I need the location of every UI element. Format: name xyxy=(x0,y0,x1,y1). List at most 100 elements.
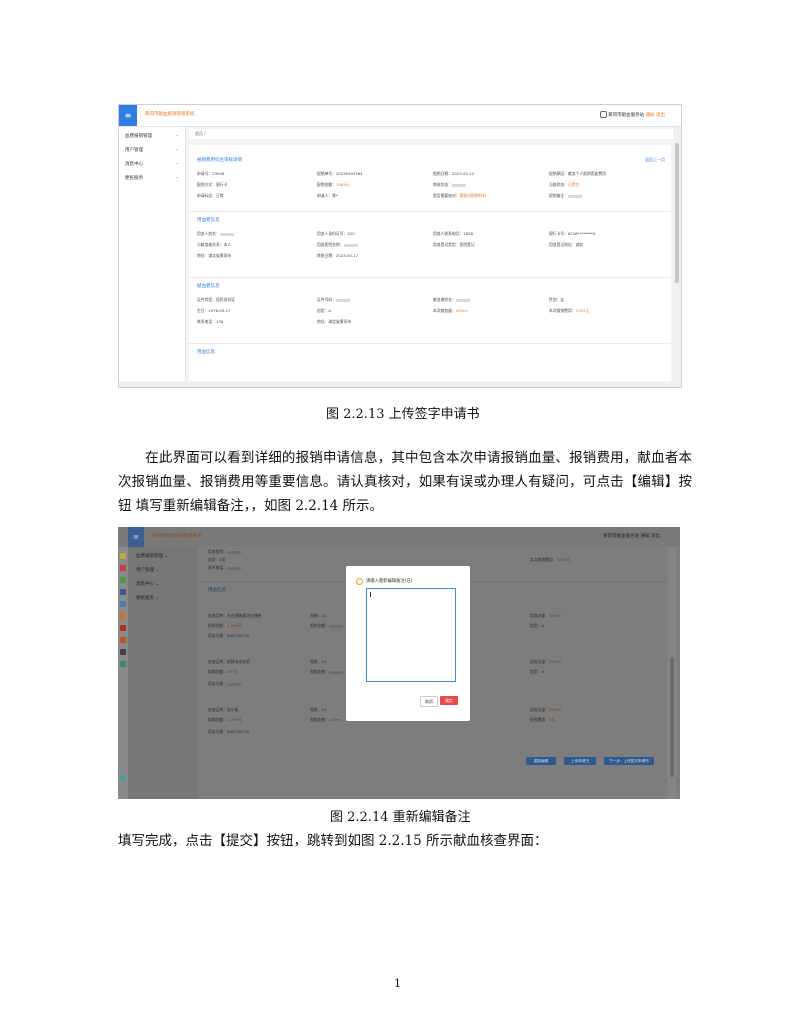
field-label: 是否需要核对： xyxy=(433,193,460,198)
back-button[interactable]: 返回上一页 xyxy=(645,157,665,163)
field-label: 报销金额： xyxy=(310,717,329,722)
field: 用血总量：200ml xyxy=(530,659,561,665)
figure-caption-1: 图 2.2.13 上传签字申请书 xyxy=(326,407,480,422)
sidebar-item[interactable]: 消息中心 ⌄ xyxy=(136,581,159,587)
section-title: 用血者信息 xyxy=(197,218,220,223)
menu-icon[interactable]: ≡ xyxy=(119,105,137,126)
field-value: 138 xyxy=(215,319,224,324)
bell-icon[interactable] xyxy=(599,111,607,118)
field: 献血者姓名： xyxy=(433,297,470,303)
app-icon[interactable] xyxy=(120,625,126,631)
field: 规格：1U xyxy=(310,613,327,619)
logout-link[interactable]: 退出 xyxy=(656,113,665,118)
field-label: 证件号码： xyxy=(317,297,336,302)
app-icon[interactable] xyxy=(120,601,126,607)
field-value: A型 xyxy=(219,557,226,562)
sidebar: 血费报销管理 ⌄ 用户管理 ⌄ 消息中心 ⌄ 便民服务 ⌄ xyxy=(128,547,198,799)
field: 用血总量：200ml xyxy=(530,707,561,713)
field-value: 1,296元 xyxy=(226,623,242,628)
field-label: 血型： xyxy=(530,623,542,628)
menu-icon[interactable]: ≡ xyxy=(128,527,144,547)
sidebar-item[interactable]: 用户管理 ⌄ xyxy=(136,567,159,573)
chevron-down-icon: ⌄ xyxy=(175,175,179,180)
app-icon[interactable] xyxy=(120,565,126,571)
field-label: 用血人身份证号： xyxy=(317,231,348,236)
sidebar-item[interactable]: 血费报销管理 ⌄ xyxy=(136,553,168,559)
app-icon[interactable] xyxy=(120,775,126,781)
section-divider xyxy=(189,211,671,212)
field-label: 用血日期： xyxy=(208,633,227,638)
field-label: 规格： xyxy=(310,613,322,618)
field: 血型：A型 xyxy=(208,557,226,563)
field-label: 用血医院名称： xyxy=(317,242,344,247)
field-label: 报销方式： xyxy=(197,182,216,187)
sidebar-item[interactable]: 血费报销管理 xyxy=(125,133,152,139)
field-label: 地址： xyxy=(317,319,329,324)
app-icon[interactable] xyxy=(120,577,126,583)
action-button[interactable]: 重新编辑 xyxy=(526,757,556,765)
field-label: 报销备注： xyxy=(549,193,568,198)
field-label: 报销金额： xyxy=(310,623,329,628)
field: 用血总量：200ml xyxy=(530,613,561,619)
field: 用血医院名称： xyxy=(317,242,358,248)
app-icon[interactable] xyxy=(120,613,126,619)
redacted-value xyxy=(567,194,582,198)
action-button[interactable]: 上传申请书 xyxy=(564,757,596,765)
page-number: 1 xyxy=(394,977,401,990)
top-right-info[interactable]: 黄冈市献血服务站 通知 退出 xyxy=(603,533,660,539)
redacted-value xyxy=(219,232,234,236)
field-value: 1U xyxy=(321,659,327,664)
app-icon[interactable] xyxy=(120,649,126,655)
remark-textarea[interactable] xyxy=(366,588,456,682)
dialog-title: 请输入重新编辑备注(已) xyxy=(366,579,413,584)
field: 报销方式：银行卡 xyxy=(197,182,227,188)
vertical-scrollbar[interactable] xyxy=(673,127,681,387)
field-label: 报销单号： xyxy=(317,171,336,176)
detail-panel: 返回上一页 报销费用综合审核详情 申请号：23048 报销单号：2023050338… xyxy=(189,145,671,385)
app-icon[interactable] xyxy=(120,661,126,667)
warning-icon: ! xyxy=(356,578,363,585)
field-label: 用血总量： xyxy=(530,707,549,712)
field: 用血医院： xyxy=(208,549,241,555)
field-label: 本次报销费用： xyxy=(549,308,576,313)
field-label: 报销金额： xyxy=(208,623,227,628)
vertical-scrollbar[interactable] xyxy=(668,547,676,799)
section-title: 报销费用综合审核详情 xyxy=(197,158,242,163)
app-icon[interactable] xyxy=(120,589,126,595)
field: 申请号：23048 xyxy=(197,171,224,177)
field: 地址：湖北省黄冈市 xyxy=(317,319,351,325)
sidebar-item[interactable]: 便民服务 ⌄ xyxy=(136,595,159,601)
sidebar-item[interactable]: 便民服务 xyxy=(125,175,143,181)
breadcrumb: 首页 / xyxy=(189,129,675,139)
screenshot-upload-signature: ≡ 黄冈市献血报销管理系统 黄冈市献血服务站 通知 退出 血费报销管理 ⌄ 用户管理… xyxy=(118,104,682,388)
field: 生日：1976-05-17 xyxy=(197,308,230,314)
field: 本次报销费用：1563元 xyxy=(530,557,570,563)
field-value: 2023-05-17 xyxy=(335,253,359,258)
sidebar-item[interactable]: 用户管理 xyxy=(125,147,143,153)
user-name[interactable]: 黄冈市献血服务站 xyxy=(608,113,644,118)
field-value: 1563元 xyxy=(335,182,350,187)
field: 当前状态：已提交 xyxy=(549,182,579,188)
notice-link[interactable]: 通知 xyxy=(646,113,655,118)
action-button[interactable]: 下一步：上传签字申请书 xyxy=(604,757,654,765)
sidebar: 血费报销管理 ⌄ 用户管理 ⌄ 消息中心 ⌄ 便民服务 ⌄ xyxy=(119,127,186,387)
app-icon-strip xyxy=(118,547,128,799)
field: 规格：1U xyxy=(310,707,327,713)
field-value: 1U xyxy=(321,613,327,618)
field-value: 0元 xyxy=(548,717,556,722)
sidebar-item[interactable]: 消息中心 xyxy=(125,161,143,167)
horizontal-scrollbar[interactable] xyxy=(119,381,681,387)
field: 用血登记地址：湖北 xyxy=(549,242,583,248)
app-icon[interactable] xyxy=(120,553,126,559)
field-label: 申请人： xyxy=(317,193,333,198)
field-value: 6228********9 xyxy=(567,231,596,236)
app-icon[interactable] xyxy=(120,637,126,643)
field-value: 正常 xyxy=(215,193,224,198)
field-value: A xyxy=(541,623,544,628)
confirm-button[interactable]: 确定 xyxy=(440,696,458,705)
cancel-button[interactable]: 取消 xyxy=(420,696,438,707)
field: 报销金额：267元 xyxy=(208,669,238,675)
field: 血型：A xyxy=(317,308,331,314)
system-title: 黄冈市献血报销管理系统 xyxy=(145,112,195,117)
field-value: 湖北省黄冈市 xyxy=(208,253,232,258)
